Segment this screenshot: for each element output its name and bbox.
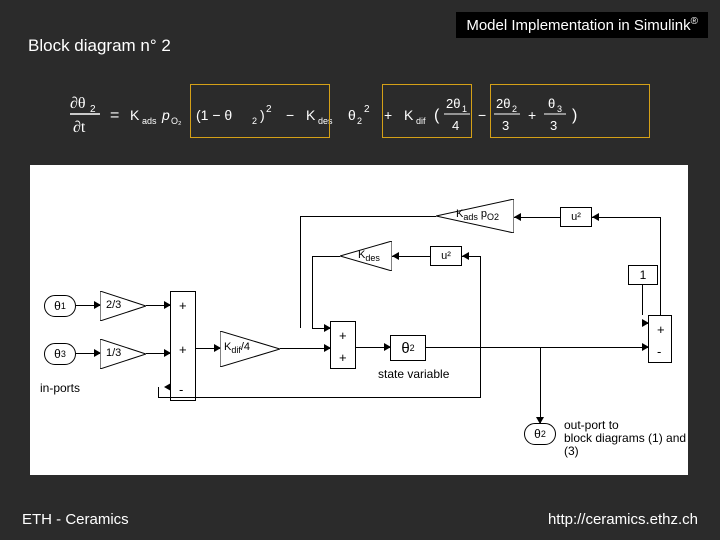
header-band: Model Implementation in Simulink® (456, 12, 708, 38)
arrow-icon (324, 344, 331, 352)
arrow-icon (164, 349, 171, 357)
theta1-sym: θ (54, 299, 61, 313)
theta3-sub: 3 (61, 349, 66, 359)
usquare-kdes: u² (430, 246, 462, 266)
sum-block-3: + - (648, 315, 672, 363)
svg-text:2: 2 (364, 104, 370, 115)
gain-kdes: Kdes (340, 241, 392, 271)
gain-1-3-label: 1/3 (106, 347, 121, 359)
arrow-icon (392, 252, 399, 260)
wire (300, 216, 301, 328)
wire (158, 387, 159, 397)
wire (592, 217, 660, 218)
gain-kads: Kads pO2 (436, 199, 514, 233)
sum-block-2: + + (330, 321, 356, 369)
svg-text:=: = (110, 107, 119, 124)
theta2-sub: 2 (410, 343, 415, 353)
arrow-icon (164, 301, 171, 309)
svg-text:θ: θ (348, 107, 356, 123)
gain-kads-label: Kads pO2 (456, 208, 499, 222)
constant-1: 1 (628, 265, 658, 285)
inport-theta1: θ1 (44, 295, 76, 317)
svg-text:∂θ: ∂θ (70, 95, 86, 112)
wire (312, 256, 340, 257)
slide-title: Block diagram n° 2 (28, 36, 171, 56)
gain-1-3: 1/3 (100, 339, 146, 369)
svg-text:p: p (161, 107, 170, 123)
sum2-sign-b: + (339, 350, 347, 365)
arrow-icon (536, 417, 544, 424)
wire (540, 347, 541, 423)
arrow-icon (514, 213, 521, 221)
inports-label: in-ports (40, 381, 80, 395)
sum1-sign-c: - (179, 382, 183, 397)
arrow-icon (164, 383, 171, 391)
sum-block-1: + + - (170, 291, 196, 401)
sum3-sign-b: - (657, 344, 661, 359)
arrow-icon (462, 252, 469, 260)
arrow-icon (94, 301, 101, 309)
arrow-icon (592, 213, 599, 221)
state-var-label: state variable (378, 367, 449, 381)
gain-2-3-label: 2/3 (106, 299, 121, 311)
wire (426, 347, 648, 348)
wire (312, 256, 313, 328)
wire (642, 285, 643, 315)
eq-highlight-2 (382, 84, 472, 138)
wire (158, 397, 481, 398)
svg-text:2: 2 (357, 116, 362, 126)
wire (660, 217, 661, 315)
wire (280, 348, 330, 349)
theta2out-sub: 2 (541, 429, 546, 439)
inport-theta3: θ3 (44, 343, 76, 365)
gain-kdif-label: Kdif/4 (224, 341, 250, 355)
sum2-sign-a: + (339, 328, 347, 343)
outport-theta2: θ2 (524, 423, 556, 445)
wire (480, 347, 481, 397)
theta1-sub: 1 (61, 301, 66, 311)
sum3-sign-a: + (657, 322, 665, 337)
gain-2-3: 2/3 (100, 291, 146, 321)
eq-highlight-3 (490, 84, 650, 138)
theta2-sym: θ (401, 340, 409, 357)
outport-text: out-port toblock diagrams (1) and (3) (564, 418, 686, 458)
sum1-sign-a: + (179, 298, 187, 313)
header-title: Model Implementation in Simulink (466, 17, 690, 34)
header-reg: ® (691, 16, 698, 27)
arrow-icon (384, 343, 391, 351)
footer-left: ETH - Ceramics (22, 511, 129, 528)
usquare-kads: u² (560, 207, 592, 227)
eq-highlight-1 (190, 84, 330, 138)
arrow-icon (642, 343, 649, 351)
svg-text:O₂: O₂ (171, 116, 182, 126)
arrow-icon (642, 319, 649, 327)
svg-text:ads: ads (142, 116, 157, 126)
arrow-icon (324, 324, 331, 332)
svg-text:K: K (130, 107, 140, 123)
equation: ∂θ 2 ∂t = K ads p O₂ (1 − θ 2 ) 2 − K de… (70, 80, 650, 150)
wire (300, 216, 436, 217)
gain-kdes-label: Kdes (358, 249, 380, 263)
gain-kdif: Kdif/4 (220, 331, 280, 367)
svg-text:∂t: ∂t (73, 119, 86, 136)
arrow-icon (214, 344, 221, 352)
footer-right: http://ceramics.ethz.ch (548, 511, 698, 528)
state-theta2: θ2 (390, 335, 426, 361)
outport-label: out-port toblock diagrams (1) and (3) (564, 419, 694, 458)
theta2out-sym: θ (534, 427, 541, 441)
sum1-sign-b: + (179, 342, 187, 357)
svg-text:−: − (478, 107, 486, 123)
arrow-icon (94, 349, 101, 357)
theta3-sym: θ (54, 347, 61, 361)
wire (480, 256, 481, 347)
simulink-diagram: θ1 θ3 in-ports 2/3 1/3 + + - Kdif/4 + + … (30, 165, 688, 475)
